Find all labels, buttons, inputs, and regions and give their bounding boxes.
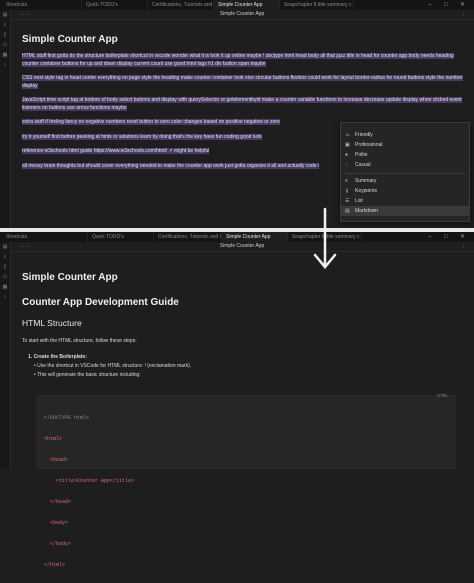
tab-quick-todos[interactable]: Quick TODO's [82,0,148,10]
lines-icon: ≡ [345,178,348,184]
section-heading: HTML Structure [22,318,82,328]
smile-icon: ☺ [345,132,351,138]
paragraph-css: CSS next style tag in head center everyt… [22,75,463,89]
context-menu: ☺ Friendly ▣ Professional ● Polite ◌ Casual … [340,122,470,222]
menu-item-casual[interactable]: ◌ Casual [341,160,469,170]
tab-bar: Shortcuts Quick TODO's Certifications, T… [0,0,474,10]
menu-item-professional[interactable]: ▣ Professional [341,140,469,150]
menu-separator [345,173,465,174]
code-block[interactable]: HTML <!DOCTYPE html> <html> <head> <titl… [36,394,456,568]
note-title: Simple Counter App [219,11,265,17]
calendar-icon[interactable]: ▦ [0,282,10,292]
code-line: </head> [44,499,72,505]
command-icon[interactable]: › [0,60,10,70]
person-icon: ● [345,152,349,158]
command-icon[interactable]: › [0,292,10,302]
note-title: Simple Counter App [219,243,265,249]
code-line: <title>Counter App</title> [44,478,135,484]
code-line: <!DOCTYPE html> [44,415,90,421]
files-icon[interactable]: ▤ [0,242,10,252]
more-options-icon[interactable]: ⋮ [461,242,466,251]
code-line: <body> [44,520,69,526]
tab-snapchapter[interactable]: Snapchapter 8 title summary c... [280,0,354,10]
tab-certifications[interactable]: Certifications, Tutorials and Co... [148,0,214,10]
menu-item-list[interactable]: ☰ List [341,196,469,206]
files-icon[interactable]: ▤ [0,10,10,20]
bookmark-icon[interactable]: ▯ [0,262,10,272]
nav-bar: ← → Simple Counter App ⋮ [10,242,474,252]
minimize-icon[interactable]: – [428,232,431,242]
maximize-icon[interactable]: □ [444,232,448,242]
menu-item-polite[interactable]: ● Polite [341,150,469,160]
code-line: <head> [44,457,69,463]
tab-certifications[interactable]: Certifications, Tutorials and Co... [154,232,222,242]
paragraph-html: HTML stuff first gotta do the structure … [22,53,454,67]
step-title: 1. Create the Boilerplate: [28,354,87,360]
minimize-icon[interactable]: – [428,0,431,10]
code-language-label: HTML [437,394,448,399]
close-icon[interactable]: ✕ [460,0,465,10]
search-icon[interactable]: ⌕ [0,20,10,30]
paragraph-js: JavaScript time script tag at bottom of … [22,97,462,111]
tab-quick-todos[interactable]: Quick TODO's [88,232,154,242]
list-icon: ☰ [345,198,350,204]
tab-simple-counter-app[interactable]: Simple Counter App [214,0,280,10]
maximize-icon[interactable]: □ [444,0,448,10]
intro-text: To start with the HTML structure, follow… [22,338,137,344]
top-window: Shortcuts Quick TODO's Certifications, T… [0,0,474,228]
search-icon[interactable]: ⌕ [0,252,10,262]
graph-icon[interactable]: ⚇ [0,40,10,50]
chat-icon: ◌ [345,162,348,168]
guide-heading: Counter App Development Guide [22,297,179,308]
calendar-icon[interactable]: ▦ [0,50,10,60]
note-heading: Simple Counter App [22,272,118,283]
code-line: </body> [44,541,72,547]
bookmark-icon[interactable]: ▯ [0,30,10,40]
tab-simple-counter-app[interactable]: Simple Counter App [222,232,288,242]
graph-icon[interactable]: ⚇ [0,272,10,282]
briefcase-icon: ▣ [345,142,350,148]
code-line: <html> [44,436,63,442]
key-icon: ⚷ [345,188,349,194]
nav-bar: ← → Simple Counter App ⋮ [10,10,474,20]
menu-item-friendly[interactable]: ☺ Friendly [341,130,469,140]
menu-item-summary[interactable]: ≡ Summary [341,176,469,186]
menu-item-keypoints[interactable]: ⚷ Keypoints [341,186,469,196]
note-heading: Simple Counter App [22,34,118,45]
tab-shortcuts[interactable]: Shortcuts [2,232,88,242]
down-arrow-icon [313,207,337,269]
markdown-icon: ▤ [345,208,350,214]
bullet-structure: • This will generate the basic structure… [34,372,141,378]
code-line: </html> [44,562,66,568]
left-ribbon: ▤ ⌕ ▯ ⚇ ▦ › [0,242,11,469]
tab-bar: Shortcuts Quick TODO's Certifications, T… [0,232,474,242]
menu-item-markdown[interactable]: ▤ Markdown [341,206,469,216]
more-options-icon[interactable]: ⋮ [461,10,466,19]
tab-shortcuts[interactable]: Shortcuts [2,0,82,10]
close-icon[interactable]: ✕ [460,232,465,242]
left-ribbon: ▤ ⌕ ▯ ⚇ ▦ › [0,10,11,228]
bullet-shortcut: • Use the shortcut in VSCode for HTML st… [34,363,192,369]
